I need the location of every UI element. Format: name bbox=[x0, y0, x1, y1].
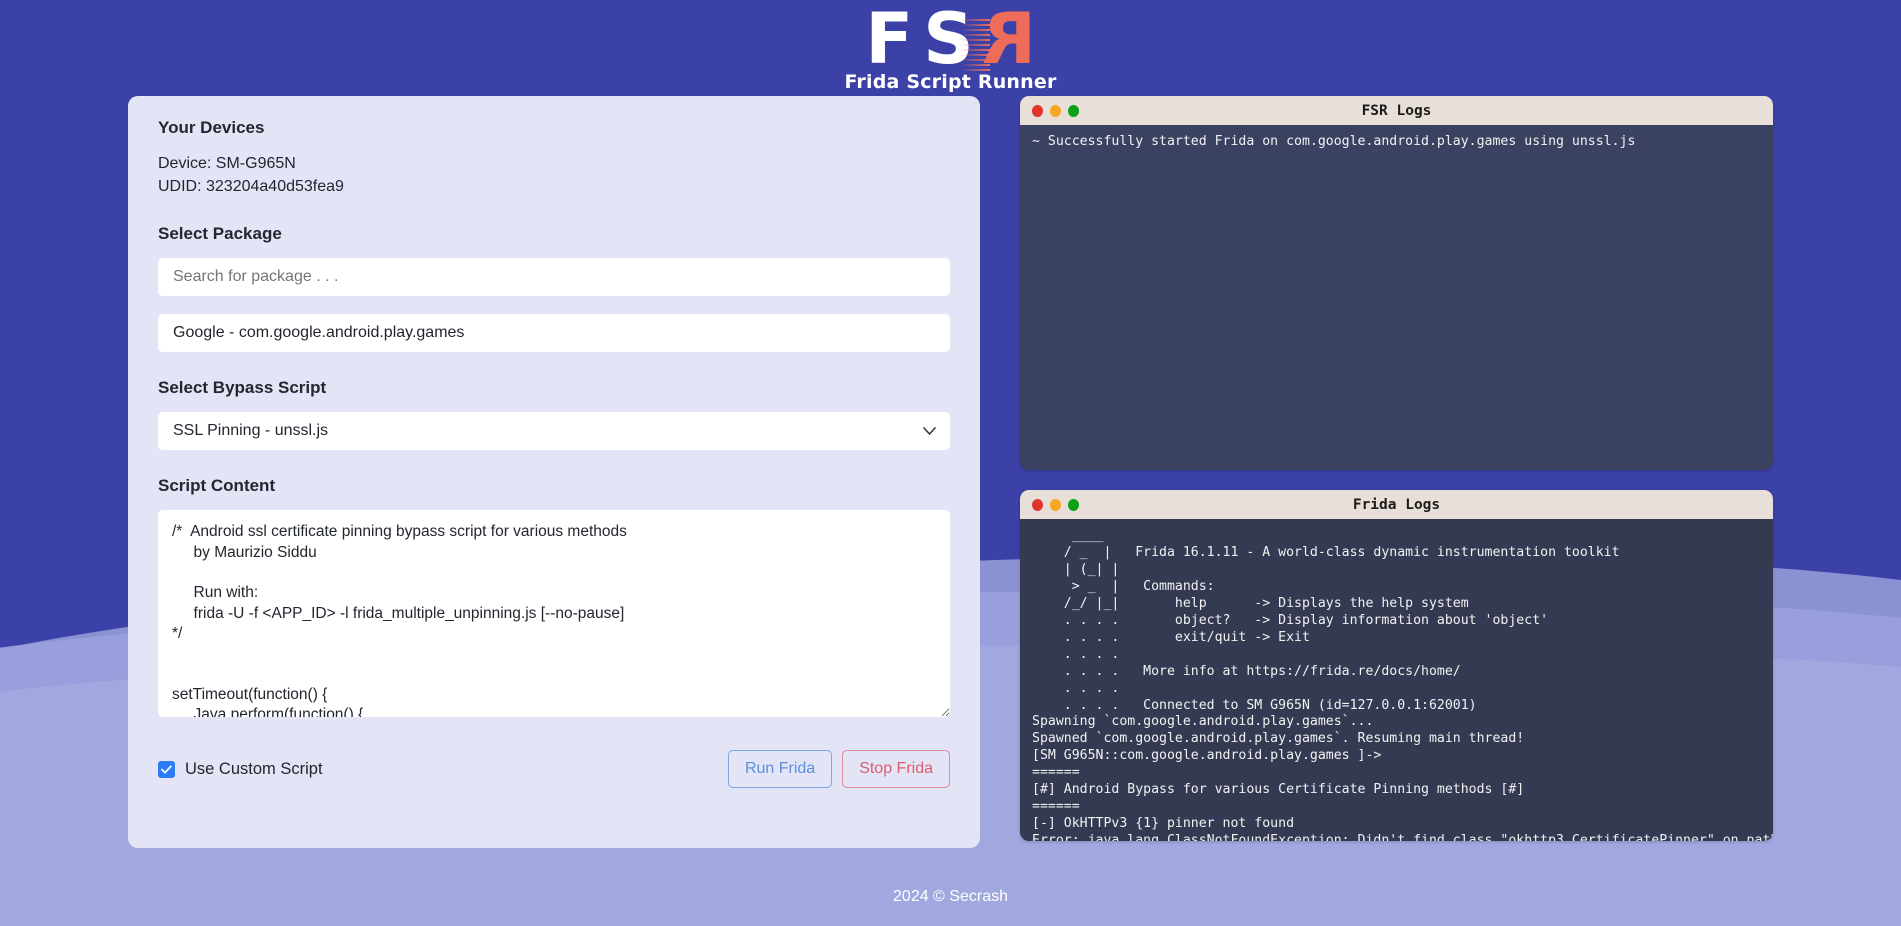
frida-logs-panel: Frida Logs ____ / _ | Frida 16.1.11 - A … bbox=[1020, 490, 1773, 841]
run-frida-button[interactable]: Run Frida bbox=[727, 750, 833, 788]
logo-letter-f: F bbox=[865, 0, 916, 80]
frida-logs-output[interactable]: ____ / _ | Frida 16.1.11 - A world-class… bbox=[1020, 519, 1773, 841]
script-content-heading: Script Content bbox=[158, 476, 276, 496]
control-panel: Your Devices Device: SM-G965N UDID: 3232… bbox=[128, 96, 980, 848]
frida-logs-title: Frida Logs bbox=[1352, 496, 1441, 513]
devices-heading: Your Devices bbox=[158, 118, 265, 137]
logo-letter-r-mirrored: R bbox=[981, 0, 1036, 80]
bypass-script-select[interactable]: SSL Pinning - unssl.js bbox=[158, 412, 950, 451]
fsr-logs-titlebar: FSR Logs bbox=[1020, 96, 1773, 125]
maximize-dot-icon[interactable] bbox=[1068, 104, 1079, 117]
copyright-text: 2024 © Secrash bbox=[893, 888, 1008, 905]
minimize-dot-icon[interactable] bbox=[1050, 104, 1061, 117]
maximize-dot-icon[interactable] bbox=[1068, 498, 1079, 511]
select-package-heading: Select Package bbox=[158, 224, 282, 244]
frida-logs-titlebar: Frida Logs bbox=[1020, 490, 1773, 519]
checkmark-icon bbox=[161, 765, 172, 774]
fsr-logs-output: ~ Successfully started Frida on com.goog… bbox=[1020, 125, 1773, 470]
script-content-textarea[interactable] bbox=[158, 510, 950, 718]
use-custom-script-checkbox[interactable] bbox=[158, 760, 175, 778]
device-name-line: Device: SM-G965N bbox=[158, 155, 296, 172]
footer: 2024 © Secrash bbox=[0, 888, 1901, 926]
close-dot-icon[interactable] bbox=[1032, 498, 1043, 511]
selected-package-display[interactable]: Google - com.google.android.play.games bbox=[158, 314, 950, 353]
device-udid-line: UDID: 323204a40d53fea9 bbox=[158, 178, 344, 196]
minimize-dot-icon[interactable] bbox=[1050, 498, 1061, 511]
select-bypass-script-heading: Select Bypass Script bbox=[158, 378, 327, 398]
use-custom-script-label: Use Custom Script bbox=[185, 759, 323, 778]
close-dot-icon[interactable] bbox=[1032, 104, 1043, 117]
app-logo: F S R bbox=[865, 0, 1036, 80]
stop-frida-button[interactable]: Stop Frida bbox=[842, 750, 950, 788]
package-search-input[interactable] bbox=[158, 258, 950, 297]
fsr-logs-panel: FSR Logs ~ Successfully started Frida on… bbox=[1020, 96, 1773, 470]
app-header: F S R Frida Script Runner bbox=[0, 0, 1901, 96]
fsr-logs-title: FSR Logs bbox=[1361, 102, 1432, 119]
fsr-log-line: ~ Successfully started Frida on com.goog… bbox=[1032, 134, 1636, 149]
